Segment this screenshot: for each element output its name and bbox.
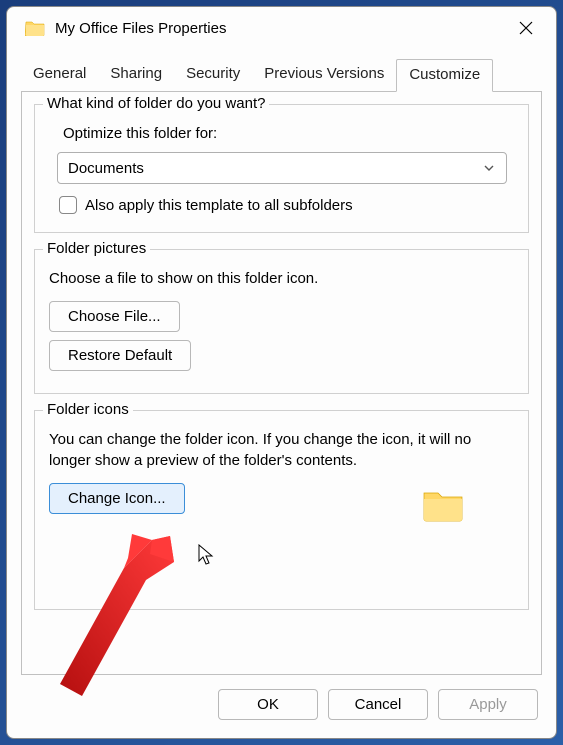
cancel-button[interactable]: Cancel xyxy=(328,689,428,720)
group-folder-pictures: Folder pictures Choose a file to show on… xyxy=(34,249,529,394)
chevron-down-icon xyxy=(482,161,496,175)
subfolders-checkbox-label: Also apply this template to all subfolde… xyxy=(85,197,353,214)
tab-content: What kind of folder do you want? Optimiz… xyxy=(21,91,542,675)
pictures-desc: Choose a file to show on this folder ico… xyxy=(49,268,514,289)
subfolders-checkbox[interactable] xyxy=(59,196,77,214)
subfolders-checkbox-row: Also apply this template to all subfolde… xyxy=(59,196,514,214)
tab-previous-versions[interactable]: Previous Versions xyxy=(252,59,396,92)
group-pictures-legend: Folder pictures xyxy=(43,240,150,257)
folder-icon xyxy=(25,20,45,36)
tab-customize[interactable]: Customize xyxy=(396,59,493,92)
group-kind-legend: What kind of folder do you want? xyxy=(43,95,269,112)
folder-preview-icon xyxy=(422,489,464,523)
tab-sharing[interactable]: Sharing xyxy=(98,59,174,92)
window-title: My Office Files Properties xyxy=(55,20,508,37)
tab-general[interactable]: General xyxy=(21,59,98,92)
dialog-footer: OK Cancel Apply xyxy=(7,675,556,738)
group-icons-legend: Folder icons xyxy=(43,401,133,418)
optimize-label: Optimize this folder for: xyxy=(63,125,514,142)
change-icon-button[interactable]: Change Icon... xyxy=(49,483,185,514)
icons-desc: You can change the folder icon. If you c… xyxy=(49,429,514,471)
group-folder-kind: What kind of folder do you want? Optimiz… xyxy=(34,104,529,233)
titlebar: My Office Files Properties xyxy=(7,7,556,49)
close-button[interactable] xyxy=(508,13,544,43)
properties-dialog: My Office Files Properties General Shari… xyxy=(6,6,557,739)
optimize-select-value: Documents xyxy=(68,160,144,177)
optimize-select[interactable]: Documents xyxy=(57,152,507,184)
group-folder-icons: Folder icons You can change the folder i… xyxy=(34,410,529,610)
close-icon xyxy=(519,21,533,35)
icons-row: Change Icon... xyxy=(49,483,514,523)
tab-security[interactable]: Security xyxy=(174,59,252,92)
choose-file-button[interactable]: Choose File... xyxy=(49,301,180,332)
apply-button[interactable]: Apply xyxy=(438,689,538,720)
restore-default-button[interactable]: Restore Default xyxy=(49,340,191,371)
ok-button[interactable]: OK xyxy=(218,689,318,720)
tab-strip: General Sharing Security Previous Versio… xyxy=(7,49,556,92)
